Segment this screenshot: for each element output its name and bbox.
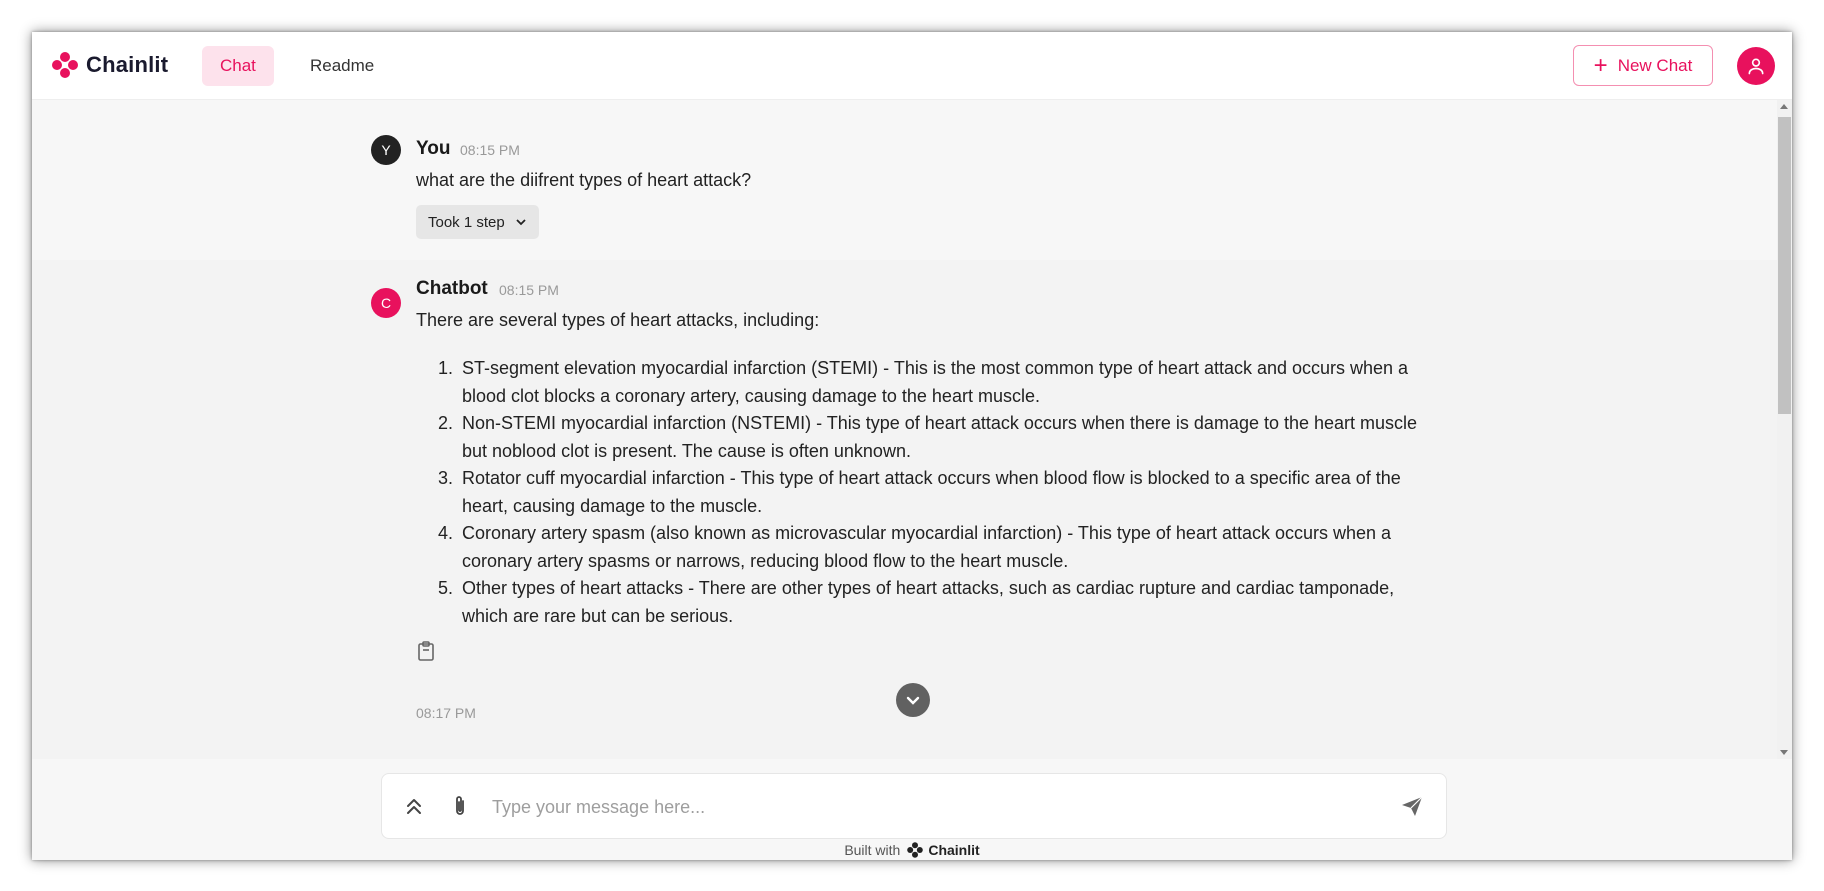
list-item: 3. Rotator cuff myocardial infarction - T…	[438, 468, 1401, 516]
bot-avatar: C	[371, 288, 401, 318]
message-timestamp: 08:15 PM	[460, 142, 520, 158]
clipboard-icon[interactable]	[417, 641, 435, 661]
message-text: There are several types of heart attacks…	[416, 310, 820, 330]
answer-list: 1. ST-segment elevation myocardial infarc…	[416, 355, 1426, 630]
message-input[interactable]	[492, 792, 1372, 822]
user-menu-avatar[interactable]	[1737, 47, 1775, 85]
list-item: 5. Other types of heart attacks - There a…	[438, 578, 1395, 626]
message-timestamp: 08:17 PM	[416, 705, 476, 721]
brand-logo[interactable]: Chainlit	[50, 50, 168, 80]
plus-icon: +	[1593, 51, 1608, 79]
scroll-down-arrow-icon[interactable]	[1780, 750, 1788, 755]
new-chat-label: New Chat	[1617, 55, 1693, 75]
steps-label: Took 1 step	[428, 213, 505, 231]
footer-brand-link[interactable]: Chainlit	[906, 841, 980, 859]
messages-scrollbar[interactable]	[1777, 100, 1792, 759]
steps-toggle-button[interactable]: Took 1 step	[416, 205, 539, 239]
tab-chat[interactable]: Chat	[202, 46, 274, 86]
user-message: Y You 08:15 PM what are the diifrent typ…	[32, 100, 1777, 260]
settings-chevrons-icon[interactable]	[402, 794, 426, 818]
user-avatar: Y	[371, 135, 401, 165]
scroll-to-bottom-button[interactable]	[896, 683, 930, 717]
message-author: Chatbot	[416, 278, 488, 299]
list-item: 2. Non-STEMI myocardial infarction (NSTEM…	[438, 413, 1418, 461]
brand-name: Chainlit	[86, 52, 169, 77]
scrollbar-thumb[interactable]	[1778, 117, 1791, 414]
built-with-label: Built with	[844, 842, 901, 858]
composer-area: Built with Chainlit	[32, 759, 1792, 860]
chainlit-logo-icon	[907, 842, 924, 858]
new-chat-button[interactable]: + New Chat	[1573, 45, 1713, 86]
tab-readme[interactable]: Readme	[292, 46, 392, 86]
send-icon[interactable]	[1400, 794, 1424, 818]
message-composer	[381, 773, 1447, 839]
message-author: You	[416, 138, 451, 159]
user-icon	[1748, 58, 1764, 75]
chevron-down-icon	[516, 219, 526, 226]
message-list[interactable]: Y You 08:15 PM what are the diifrent typ…	[32, 100, 1777, 759]
list-item: 4. Coronary artery spasm (also known as m…	[438, 523, 1392, 571]
paperclip-icon[interactable]	[448, 794, 472, 818]
app-window: Chainlit Chat Readme + New Chat Y You 08…	[32, 32, 1792, 860]
message-timestamp: 08:15 PM	[499, 282, 559, 298]
top-bar: Chainlit Chat Readme + New Chat	[32, 32, 1792, 100]
chainlit-logo-icon	[52, 52, 78, 78]
scroll-up-arrow-icon[interactable]	[1780, 104, 1788, 109]
message-text: what are the diifrent types of heart att…	[416, 170, 752, 190]
chevron-down-icon	[906, 696, 920, 705]
built-with-footer: Built with Chainlit	[32, 841, 1792, 859]
footer-brand-name: Chainlit	[928, 842, 980, 858]
list-item: 1. ST-segment elevation myocardial infarc…	[438, 358, 1409, 406]
